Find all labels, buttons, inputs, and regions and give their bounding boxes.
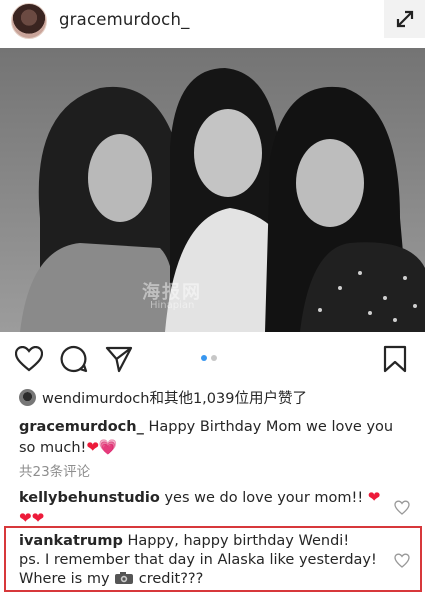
carousel-dot-active bbox=[201, 355, 207, 361]
red-heart-emoji: ❤ bbox=[86, 438, 99, 456]
comment-user[interactable]: ivankatrump bbox=[19, 533, 123, 549]
view-comments-link[interactable]: 共23条评论 bbox=[19, 460, 90, 480]
like-button[interactable] bbox=[14, 344, 44, 374]
bookmark-icon bbox=[383, 345, 407, 373]
comment-like-icon[interactable] bbox=[394, 500, 410, 516]
comment-ivanka: ivankatrump Happy, happy birthday Wendi!… bbox=[19, 532, 391, 589]
pink-heart-emoji: 💗 bbox=[98, 438, 118, 456]
comment-user[interactable]: kellybehunstudio bbox=[19, 490, 160, 506]
red-heart-emoji: ❤ bbox=[367, 488, 381, 506]
camera-icon bbox=[115, 572, 134, 584]
carousel-dots bbox=[201, 355, 217, 361]
carousel-dot bbox=[211, 355, 217, 361]
comment-text: Where is my bbox=[19, 571, 115, 587]
comment-icon bbox=[60, 345, 88, 373]
share-button[interactable] bbox=[104, 344, 134, 374]
share-icon bbox=[105, 346, 133, 373]
comment-caption: gracemurdoch_ Happy Birthday Mom we love… bbox=[19, 417, 414, 458]
heart-icon bbox=[15, 346, 43, 372]
photo-image bbox=[0, 48, 425, 332]
comment-text: ps. I remember that day in Alaska like y… bbox=[19, 552, 377, 568]
username[interactable]: gracemurdoch_ bbox=[59, 10, 190, 29]
expand-button[interactable] bbox=[384, 0, 425, 38]
comment-kelly: kellybehunstudio yes we do love your mom… bbox=[19, 487, 389, 529]
red-heart-emoji: ❤ bbox=[19, 509, 32, 527]
bookmark-button[interactable] bbox=[380, 344, 410, 374]
post-header: gracemurdoch_ bbox=[0, 0, 425, 42]
likes-row[interactable]: wendimurdoch和其他1,039位用户赞了 bbox=[19, 387, 307, 407]
expand-icon bbox=[396, 10, 413, 28]
comment-user[interactable]: gracemurdoch_ bbox=[19, 419, 144, 435]
post-photo[interactable]: 海报网 Hinapian bbox=[0, 48, 425, 332]
likes-text: wendimurdoch和其他1,039位用户赞了 bbox=[42, 390, 307, 407]
comment-text: yes we do love your mom!! bbox=[159, 490, 368, 506]
avatar[interactable] bbox=[11, 3, 47, 39]
comment-text: credit??? bbox=[134, 571, 204, 587]
comment-like-icon[interactable] bbox=[394, 553, 410, 569]
watermark-sub: Hinapian bbox=[150, 300, 195, 311]
comment-text: Happy, happy birthday Wendi! bbox=[122, 533, 350, 549]
red-heart-emoji: ❤ bbox=[31, 509, 45, 527]
comment-button[interactable] bbox=[59, 344, 89, 374]
liker-avatar bbox=[19, 388, 36, 406]
